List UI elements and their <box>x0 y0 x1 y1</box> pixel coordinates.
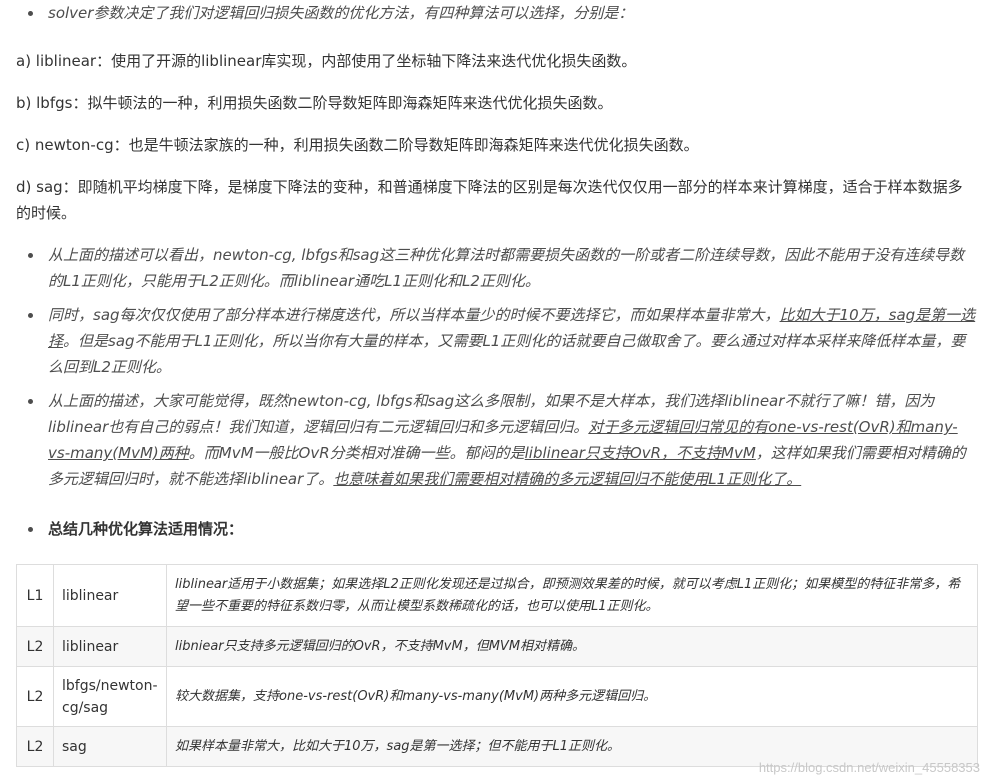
note-3-text-b: 。而MvM一般比OvR分类相对准确一些。郁闷的是 <box>188 444 525 462</box>
note-bullet-3: 从上面的描述，大家可能觉得，既然newton-cg, lbfgs和sag这么多限… <box>28 388 978 492</box>
description-cell: 较大数据集，支持one-vs-rest(OvR)和many-vs-many(Mv… <box>166 666 978 727</box>
solver-cell: liblinear <box>53 564 167 627</box>
table-row: L2 liblinear libniear只支持多元逻辑回归的OvR，不支持Mv… <box>16 626 978 667</box>
note-3-underline-c: 也意味着如果我们需要相对精确的多元逻辑回归不能使用L1正则化了。 <box>333 470 802 488</box>
penalty-cell: L2 <box>16 626 54 667</box>
summary-heading-bullet: 总结几种优化算法适用情况： <box>28 516 978 542</box>
note-1-text: 从上面的描述可以看出，newton-cg, lbfgs和sag这三种优化算法时都… <box>48 246 965 290</box>
intro-bullet-text: solver参数决定了我们对逻辑回归损失函数的优化方法，有四种算法可以选择，分别… <box>48 4 634 22</box>
solver-cell: lbfgs/newton-cg/sag <box>53 666 167 727</box>
solver-cell: liblinear <box>53 626 167 667</box>
option-sag: d) sag：即随机平均梯度下降，是梯度下降法的变种，和普通梯度下降法的区别是每… <box>16 178 963 222</box>
summary-heading: 总结几种优化算法适用情况： <box>48 520 244 538</box>
note-2-text-b: 。但是sag不能用于L1正则化，所以当你有大量的样本，又需要L1正则化的话就要自… <box>48 332 966 376</box>
penalty-cell: L1 <box>16 564 54 627</box>
table-row: L1 liblinear liblinear适用于小数据集；如果选择L2正则化发… <box>16 564 978 627</box>
option-liblinear: a) liblinear：使用了开源的liblinear库实现，内部使用了坐标轴… <box>16 52 637 70</box>
intro-bullet: solver参数决定了我们对逻辑回归损失函数的优化方法，有四种算法可以选择，分别… <box>28 0 978 26</box>
solver-summary-table: L1 liblinear liblinear适用于小数据集；如果选择L2正则化发… <box>16 564 978 767</box>
option-newton-cg: c) newton-cg：也是牛顿法家族的一种，利用损失函数二阶导数矩阵即海森矩… <box>16 136 699 154</box>
csdn-watermark: https://blog.csdn.net/weixin_45558353 <box>758 760 980 775</box>
description-cell: libniear只支持多元逻辑回归的OvR，不支持MvM，但MVM相对精确。 <box>166 626 978 667</box>
description-cell: liblinear适用于小数据集；如果选择L2正则化发现还是过拟合，即预测效果差… <box>166 564 978 627</box>
note-bullet-2: 同时，sag每次仅仅使用了部分样本进行梯度迭代，所以当样本量少的时候不要选择它，… <box>28 302 978 380</box>
penalty-cell: L2 <box>16 666 54 727</box>
option-lbfgs: b) lbfgs：拟牛顿法的一种，利用损失函数二阶导数矩阵即海森矩阵来迭代优化损… <box>16 94 613 112</box>
note-2-text-a: 同时，sag每次仅仅使用了部分样本进行梯度迭代，所以当样本量少的时候不要选择它，… <box>48 306 780 324</box>
penalty-cell: L2 <box>16 726 54 767</box>
article-body: solver参数决定了我们对逻辑回归损失函数的优化方法，有四种算法可以选择，分别… <box>0 0 990 783</box>
note-3-underline-b: liblinear只支持OvR，不支持MvM <box>524 444 756 462</box>
note-bullet-1: 从上面的描述可以看出，newton-cg, lbfgs和sag这三种优化算法时都… <box>28 242 978 294</box>
solver-cell: sag <box>53 726 167 767</box>
table-row: L2 lbfgs/newton-cg/sag 较大数据集，支持one-vs-re… <box>16 666 978 727</box>
